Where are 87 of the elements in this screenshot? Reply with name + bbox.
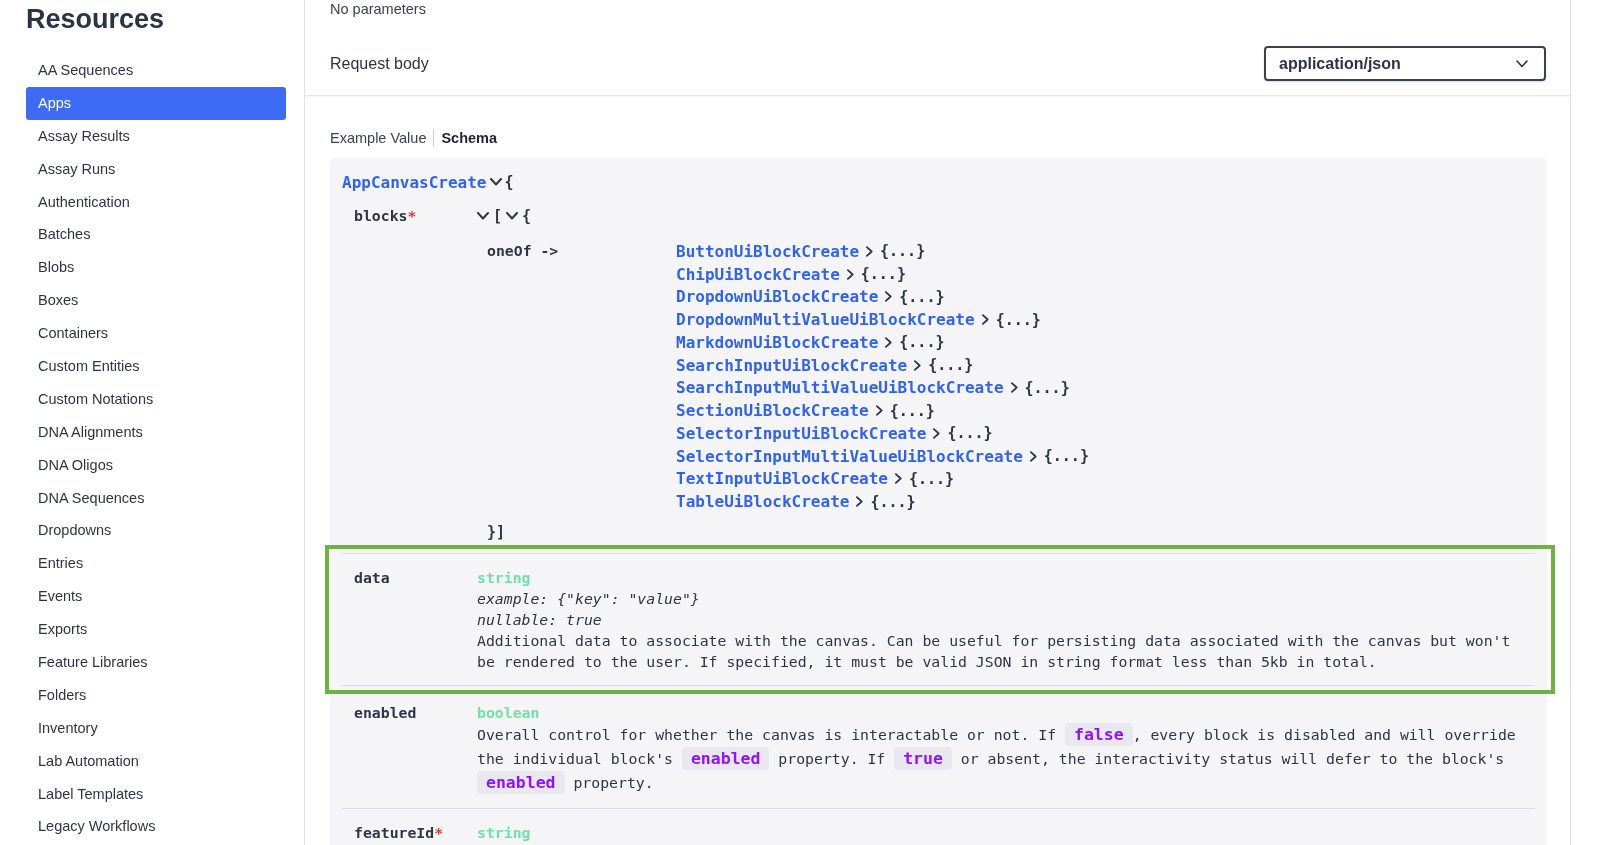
schema-link[interactable]: SectionUiBlockCreate	[676, 401, 869, 421]
content-type-select[interactable]: application/json	[1264, 46, 1546, 81]
chevron-down-icon[interactable]	[477, 212, 489, 220]
bracket-text: }]	[487, 522, 506, 542]
schema-link[interactable]: TextInputUiBlockCreate	[676, 469, 888, 489]
sidebar-item[interactable]: Exports	[26, 613, 286, 647]
model-title-link[interactable]: AppCanvasCreate	[342, 172, 487, 192]
property-name: blocks*	[354, 207, 417, 224]
chevron-right-icon[interactable]	[1010, 382, 1018, 394]
sidebar-item[interactable]: Folders	[26, 678, 286, 712]
chevron-right-icon[interactable]	[981, 314, 989, 326]
chevron-right-icon[interactable]	[914, 359, 922, 371]
chevron-down-icon[interactable]	[506, 212, 519, 220]
property-name: data	[354, 569, 390, 586]
collapsed-object-text: {...}	[1043, 446, 1089, 467]
one-of-label: oneOf ->	[487, 241, 559, 261]
sidebar-item[interactable]: DNA Oligos	[26, 448, 286, 482]
sidebar-item[interactable]: Events	[26, 580, 286, 614]
collapsed-object-text: {...}	[880, 241, 926, 262]
collapsed-object-text: {...}	[1024, 377, 1070, 398]
sidebar-item[interactable]: Assay Runs	[26, 152, 286, 186]
chevron-right-icon[interactable]	[846, 268, 854, 280]
sidebar-item[interactable]: Apps	[26, 86, 286, 120]
sidebar-item[interactable]: Blobs	[26, 251, 286, 285]
sidebar-item[interactable]: Assay Results	[26, 119, 286, 153]
schema-link[interactable]: SelectorInputUiBlockCreate	[676, 423, 927, 443]
chevron-right-icon[interactable]	[1029, 450, 1037, 462]
sidebar-item[interactable]: DNA Sequences	[26, 481, 286, 515]
property-name: enabled	[354, 704, 417, 721]
sidebar-item[interactable]: Boxes	[26, 284, 286, 318]
sidebar-item[interactable]: Label Templates	[26, 777, 286, 811]
collapsed-object-text: {...}	[870, 491, 916, 512]
collapsed-object-text: {...}	[889, 400, 935, 421]
property-type: boolean	[477, 703, 540, 723]
schema-tab[interactable]: Example Value	[330, 129, 434, 147]
schema-link[interactable]: DropdownUiBlockCreate	[676, 287, 879, 307]
sidebar-item[interactable]: Batches	[26, 218, 286, 252]
schema-link[interactable]: SearchInputMultiValueUiBlockCreate	[676, 378, 1004, 398]
collapsed-object-text: {...}	[908, 468, 955, 489]
collapsed-object-text: {...}	[947, 423, 993, 444]
schema-link[interactable]: ChipUiBlockCreate	[676, 264, 840, 284]
property-name: featureId*	[354, 824, 444, 841]
sidebar-item[interactable]: Feature Libraries	[26, 646, 286, 679]
chevron-right-icon[interactable]	[866, 245, 874, 257]
schema-link[interactable]: ButtonUiBlockCreate	[676, 241, 860, 261]
no-parameters-text: No parameters	[330, 0, 426, 18]
sidebar-item[interactable]: Authentication	[26, 185, 286, 219]
chevron-down-icon	[1516, 59, 1528, 68]
sidebar-title: Resources	[26, 3, 166, 36]
chevron-right-icon[interactable]	[885, 291, 893, 303]
property-type: string	[477, 568, 531, 588]
schema-link[interactable]: SelectorInputMultiValueUiBlockCreate	[676, 446, 1023, 466]
sidebar-item[interactable]: Dropdowns	[26, 514, 286, 548]
sidebar-item[interactable]: Inventory	[26, 711, 286, 745]
schema-link[interactable]: DropdownMultiValueUiBlockCreate	[676, 310, 975, 330]
sidebar-item[interactable]: AA Sequences	[26, 54, 286, 87]
collapsed-object-text: {...}	[928, 355, 974, 376]
collapsed-object-text: {...}	[899, 332, 945, 353]
nullable-text: nullable: true	[477, 610, 602, 630]
brace-text: {	[504, 172, 514, 192]
sidebar-item[interactable]: Entries	[26, 547, 286, 581]
chevron-right-icon[interactable]	[885, 336, 893, 348]
example-text: example: {"key": "value"}	[477, 589, 700, 609]
sidebar-item[interactable]: DNA Alignments	[26, 415, 286, 449]
sidebar-item[interactable]: Containers	[26, 317, 286, 350]
sidebar-item[interactable]: Custom Entities	[26, 350, 286, 383]
brace-text: {	[522, 206, 532, 226]
collapsed-object-text: {...}	[899, 286, 945, 307]
chevron-right-icon[interactable]	[894, 473, 902, 485]
collapsed-object-text: {...}	[860, 264, 906, 285]
property-type: string	[477, 823, 531, 843]
chevron-down-icon[interactable]	[489, 178, 502, 186]
sidebar-item[interactable]: Lab Automation	[26, 744, 286, 778]
collapsed-object-text: {...}	[995, 309, 1041, 330]
sidebar-item[interactable]: Custom Notations	[26, 382, 286, 416]
chevron-right-icon[interactable]	[875, 405, 883, 417]
request-body-label: Request body	[330, 54, 429, 73]
chevron-right-icon[interactable]	[933, 427, 941, 439]
schema-link[interactable]: SearchInputUiBlockCreate	[676, 355, 908, 375]
schema-link[interactable]: MarkdownUiBlockCreate	[676, 332, 879, 352]
schema-tab[interactable]: Schema	[433, 129, 505, 147]
sidebar-item[interactable]: Legacy Workflows	[26, 810, 286, 844]
property-description: Overall control for whether the canvas is interactable or not. If false , every block is disabled and will override the individual block's enabled property. If true or absent, the interactivity status will defer to the block's enabled property.	[477, 723, 1517, 795]
property-description: Additional data to associate with the canvas. Can be useful for persisting data associated with the canvas but won't be rendered to the user. If specified, it must be valid JSON in string format less than 5kb in total.	[477, 631, 1512, 672]
chevron-right-icon[interactable]	[856, 496, 864, 508]
bracket-text: [	[493, 206, 503, 226]
schema-link[interactable]: TableUiBlockCreate	[676, 492, 850, 512]
